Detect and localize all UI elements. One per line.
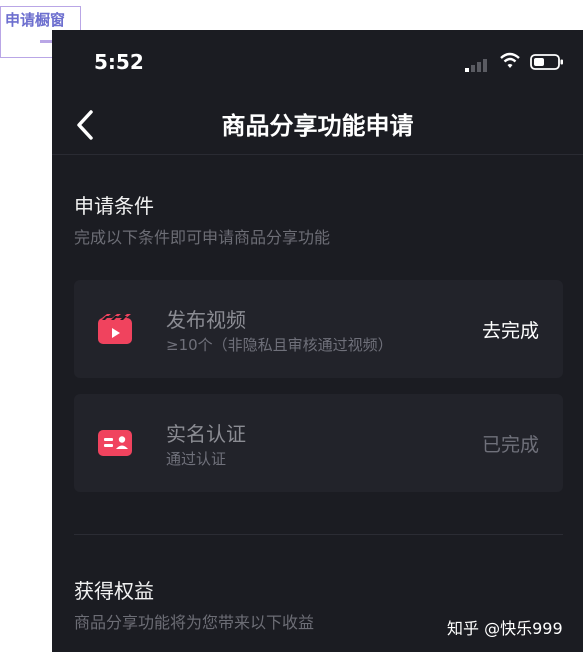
- condition-subtitle: 通过认证: [166, 450, 227, 468]
- condition-subtitle: ≥10个（非隐私且审核通过视频）: [166, 336, 393, 354]
- status-time: 5:52: [94, 50, 144, 74]
- section-divider: [74, 534, 563, 535]
- completed-status: 已完成: [481, 434, 539, 456]
- page-title: 商品分享功能申请: [221, 112, 414, 140]
- condition-title: 实名认证: [166, 422, 246, 446]
- phone-screen: 5:52 商品分享功能申请 申请条件 完成以下条件即可申请商品分享功能 发布视频…: [52, 30, 583, 652]
- video-clapper-icon: [98, 314, 132, 344]
- battery-icon: [530, 54, 563, 70]
- conditions-title: 申请条件: [74, 194, 154, 218]
- stamp-label: 申请橱窗: [5, 11, 66, 29]
- condition-title: 发布视频: [166, 308, 246, 332]
- condition-card-verification: 实名认证 通过认证 已完成: [74, 394, 563, 492]
- condition-card-video: 发布视频 ≥10个（非隐私且审核通过视频） 去完成: [74, 280, 563, 378]
- benefits-title: 获得权益: [74, 579, 154, 603]
- benefits-subtitle: 商品分享功能将为您带来以下收益: [74, 613, 315, 632]
- watermark: 知乎 @快乐999: [447, 619, 563, 638]
- signal-icon: [465, 59, 487, 72]
- wifi-icon: [500, 52, 520, 68]
- id-card-icon: [98, 430, 132, 456]
- conditions-subtitle: 完成以下条件即可申请商品分享功能: [74, 228, 331, 247]
- nav-divider: [52, 154, 583, 155]
- go-complete-button[interactable]: 去完成: [482, 316, 539, 343]
